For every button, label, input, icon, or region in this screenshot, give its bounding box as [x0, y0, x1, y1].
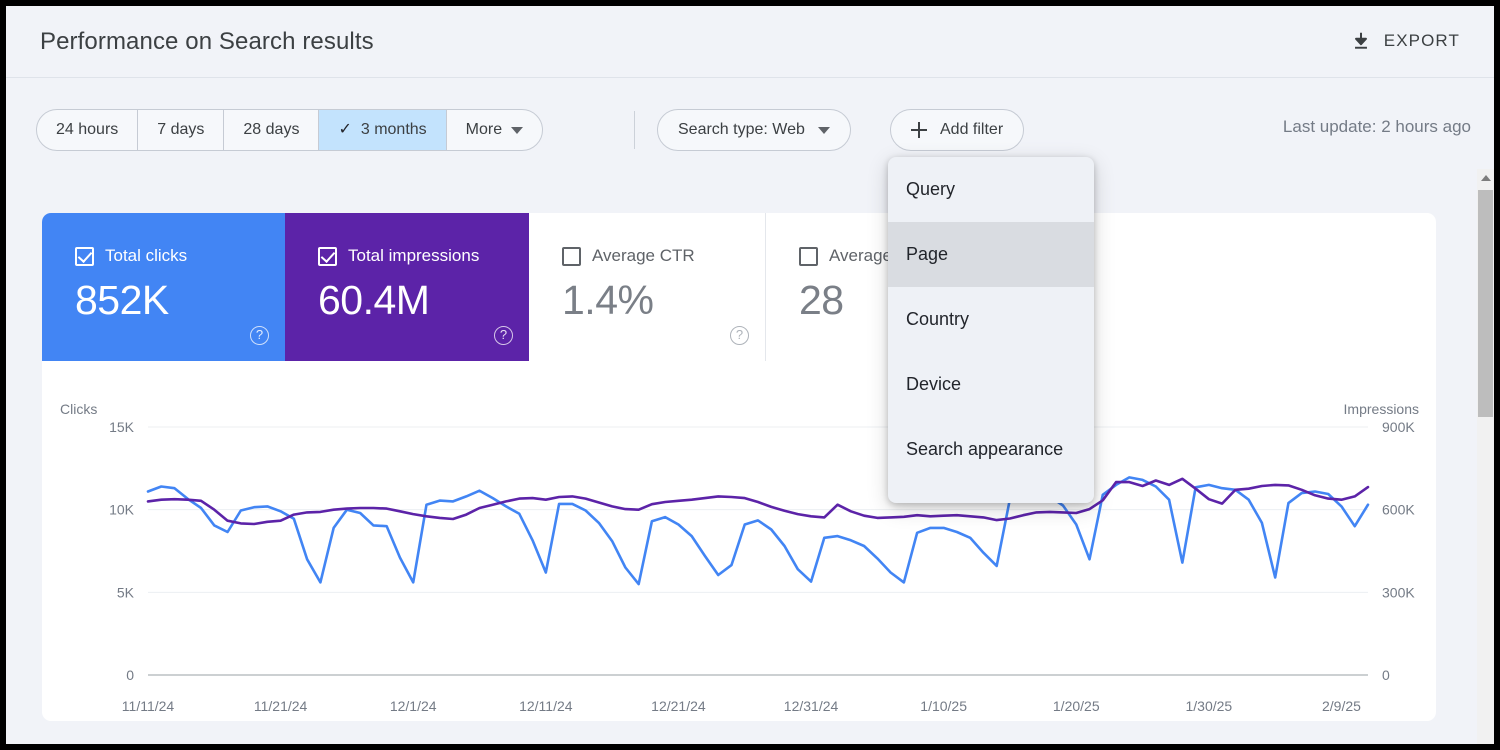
add-filter-dropdown-menu[interactable]: Query Page Country Device Search appeara…	[888, 157, 1094, 503]
y-axis-right-title: Impressions	[1344, 401, 1419, 417]
toolbar-divider	[634, 111, 635, 149]
check-icon: ✓	[338, 122, 351, 138]
help-circle-icon[interactable]: ?	[494, 326, 513, 345]
svg-text:0: 0	[126, 667, 134, 683]
vertical-scrollbar[interactable]	[1477, 169, 1494, 744]
page-title: Performance on Search results	[40, 28, 374, 56]
triangle-up-icon	[1481, 175, 1491, 181]
performance-chart[interactable]: Clicks Impressions 0 0 5K 300K 10K 600K 15K 900…	[42, 361, 1436, 721]
download-icon	[1350, 30, 1372, 52]
chevron-down-icon	[511, 127, 523, 134]
svg-text:1/30/25: 1/30/25	[1186, 698, 1233, 714]
date-range-segmented-control[interactable]: 24 hours 7 days 28 days ✓ 3 months More	[36, 109, 543, 151]
svg-text:2/9/25: 2/9/25	[1322, 698, 1361, 714]
svg-text:12/21/24: 12/21/24	[651, 698, 706, 714]
svg-text:600K: 600K	[1382, 502, 1415, 518]
metric-name-average-position: Average	[829, 246, 892, 266]
menu-item-country-label: Country	[906, 309, 969, 330]
menu-item-query[interactable]: Query	[888, 157, 1094, 222]
svg-text:12/1/24: 12/1/24	[390, 698, 437, 714]
date-range-more[interactable]: More	[447, 110, 542, 150]
filters-toolbar: 24 hours 7 days 28 days ✓ 3 months More …	[6, 79, 1494, 169]
svg-text:12/11/24: 12/11/24	[519, 698, 573, 714]
help-circle-icon[interactable]: ?	[730, 326, 749, 345]
metric-card-total-impressions[interactable]: Total impressions 60.4M ?	[285, 213, 529, 361]
scroll-up-button[interactable]	[1477, 169, 1494, 186]
menu-item-country[interactable]: Country	[888, 287, 1094, 352]
svg-text:1/20/25: 1/20/25	[1053, 698, 1100, 714]
export-button[interactable]: EXPORT	[1340, 24, 1470, 58]
date-range-3-months[interactable]: ✓ 3 months	[319, 110, 446, 150]
metric-card-total-clicks[interactable]: Total clicks 852K ?	[42, 213, 285, 361]
metric-name-total-clicks: Total clicks	[105, 246, 187, 266]
chevron-down-icon	[818, 127, 830, 134]
checkbox-average-ctr[interactable]	[562, 247, 581, 266]
svg-text:12/31/24: 12/31/24	[784, 698, 839, 714]
svg-text:900K: 900K	[1382, 419, 1415, 435]
metric-card-average-ctr[interactable]: Average CTR 1.4% ?	[529, 213, 766, 361]
svg-text:300K: 300K	[1382, 584, 1415, 600]
menu-item-query-label: Query	[906, 179, 955, 200]
performance-card: Total clicks 852K ? Total impressions 60…	[42, 213, 1436, 721]
date-range-more-label: More	[466, 121, 502, 139]
menu-item-device-label: Device	[906, 374, 961, 395]
checkbox-total-impressions[interactable]	[318, 247, 337, 266]
metric-value-total-clicks: 852K	[75, 277, 285, 324]
chart-plot: 0 0 5K 300K 10K 600K 15K 900K 11/11/24 11/21/24 12…	[42, 361, 1436, 721]
app-window: Performance on Search results EXPORT 24 …	[6, 6, 1494, 744]
metric-value-average-ctr: 1.4%	[562, 277, 765, 324]
search-type-label: Search type: Web	[678, 121, 805, 139]
date-range-3-months-label: 3 months	[361, 121, 427, 139]
metric-name-average-ctr: Average CTR	[592, 246, 695, 266]
date-range-28-days-label: 28 days	[243, 121, 299, 139]
svg-text:1/10/25: 1/10/25	[920, 698, 967, 714]
svg-text:11/21/24: 11/21/24	[254, 698, 308, 714]
svg-text:15K: 15K	[109, 419, 135, 435]
add-filter-label: Add filter	[940, 121, 1003, 139]
svg-text:11/11/24: 11/11/24	[122, 698, 175, 714]
date-range-24-hours[interactable]: 24 hours	[37, 110, 138, 150]
date-range-7-days-label: 7 days	[157, 121, 204, 139]
search-type-button[interactable]: Search type: Web	[657, 109, 851, 151]
checkbox-total-clicks[interactable]	[75, 247, 94, 266]
menu-item-search-appearance[interactable]: Search appearance	[888, 417, 1094, 482]
help-circle-icon[interactable]: ?	[250, 326, 269, 345]
svg-text:5K: 5K	[117, 584, 135, 600]
y-axis-left-title: Clicks	[60, 401, 97, 417]
scrollbar-thumb[interactable]	[1478, 190, 1493, 417]
add-filter-button[interactable]: Add filter	[890, 109, 1024, 151]
menu-item-page-label: Page	[906, 244, 948, 265]
date-range-28-days[interactable]: 28 days	[224, 110, 319, 150]
date-range-24-hours-label: 24 hours	[56, 121, 118, 139]
last-update-text: Last update: 2 hours ago	[1283, 117, 1471, 137]
checkbox-average-position[interactable]	[799, 247, 818, 266]
date-range-7-days[interactable]: 7 days	[138, 110, 224, 150]
menu-item-device[interactable]: Device	[888, 352, 1094, 417]
plus-icon	[911, 122, 927, 138]
menu-item-page[interactable]: Page	[888, 222, 1094, 287]
export-label: EXPORT	[1384, 31, 1460, 51]
menu-item-search-appearance-label: Search appearance	[906, 439, 1063, 460]
metric-name-total-impressions: Total impressions	[348, 246, 479, 266]
metric-value-total-impressions: 60.4M	[318, 277, 529, 324]
svg-text:0: 0	[1382, 667, 1390, 683]
page-header: Performance on Search results EXPORT	[6, 6, 1494, 78]
metrics-row: Total clicks 852K ? Total impressions 60…	[42, 213, 1436, 361]
svg-text:10K: 10K	[109, 502, 135, 518]
